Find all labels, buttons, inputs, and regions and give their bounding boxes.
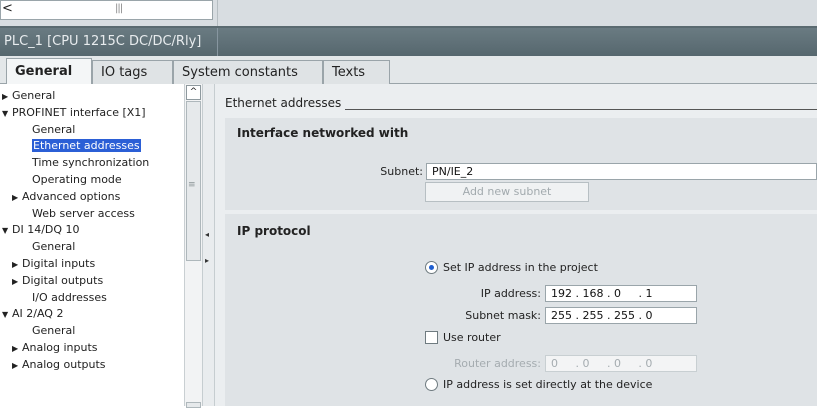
radio-selected-dot <box>429 265 434 270</box>
nav-item-label: I/O addresses <box>32 290 107 304</box>
tab-texts[interactable]: Texts <box>323 60 390 85</box>
use-router-label: Use router <box>443 331 501 344</box>
router-address-label: Router address: <box>454 357 541 370</box>
set-ip-at-device-label: IP address is set directly at the device <box>443 378 653 391</box>
nav-item[interactable]: ▼ DI 14/DQ 10 <box>2 222 80 238</box>
subnet-mask-field[interactable]: 255 . 255 . 255 . 0 <box>545 307 697 324</box>
nav-item[interactable]: ▶ Analog outputs <box>12 357 106 373</box>
nav-item[interactable]: General <box>22 323 75 339</box>
divider <box>217 0 218 26</box>
properties-content: Ethernet addresses Interface networked w… <box>215 84 817 406</box>
horizontal-scrollbar[interactable]: < ||| <box>0 0 213 20</box>
nav-item[interactable]: I/O addresses <box>22 290 107 306</box>
use-router-checkbox[interactable] <box>425 331 438 344</box>
triangle-right-icon[interactable]: ▶ <box>2 89 12 105</box>
nav-item-label: General <box>32 122 76 136</box>
nav-item-label: DI 14/DQ 10 <box>12 223 80 237</box>
nav-item[interactable]: ▶ Digital inputs <box>12 256 95 272</box>
section-header: Ethernet addresses <box>225 96 342 110</box>
nav-item-label: General <box>32 240 76 254</box>
nav-item-label: General <box>12 89 56 102</box>
nav-item-label: AI 2/AQ 2 <box>12 307 64 321</box>
subnet-field[interactable]: PN/IE_2 <box>426 163 817 180</box>
chevron-left-icon[interactable]: < <box>2 1 13 17</box>
nav-item[interactable]: ▶ General <box>2 88 55 104</box>
triangle-right-icon[interactable]: ▶ <box>12 341 22 357</box>
collapse-left-icon[interactable]: ◂ <box>205 230 209 239</box>
nav-item-label: Time synchronization <box>32 156 150 170</box>
nav-item-label: Ethernet addresses <box>32 139 141 153</box>
top-scroll-strip: < ||| <box>0 0 817 28</box>
nav-item-label: Web server access <box>32 206 135 220</box>
expand-right-icon[interactable]: ▸ <box>205 256 209 265</box>
nav-item[interactable]: Time synchronization <box>22 155 149 171</box>
nav-item-label: Digital outputs <box>22 273 104 287</box>
interface-section: Interface networked with Subnet: PN/IE_2… <box>225 118 817 210</box>
nav-item[interactable]: ▶ Digital outputs <box>12 273 103 289</box>
window-title: PLC_1 [CPU 1215C DC/DC/Rly] <box>4 34 202 49</box>
nav-item[interactable]: Ethernet addresses <box>22 138 141 154</box>
window-title-bar: PLC_1 [CPU 1215C DC/DC/Rly] <box>0 28 817 56</box>
chevron-up-icon[interactable]: ^ <box>186 85 201 100</box>
nav-item[interactable]: General <box>22 239 75 255</box>
header-rule <box>345 109 817 110</box>
nav-item[interactable]: ▶ Advanced options <box>12 189 120 205</box>
nav-item-label: Analog outputs <box>22 357 106 371</box>
router-address-field[interactable]: 0 . 0 . 0 . 0 <box>545 355 697 372</box>
nav-vertical-scrollbar[interactable]: ^ ≡ <box>184 84 202 408</box>
nav-item[interactable]: Operating mode <box>22 172 122 188</box>
nav-item[interactable]: ▼ PROFINET interface [X1] <box>2 105 146 121</box>
divider <box>217 28 218 56</box>
tab-system-constants[interactable]: System constants <box>173 60 323 85</box>
triangle-right-icon[interactable]: ▶ <box>12 190 22 206</box>
nav-item-label: Analog inputs <box>22 341 98 354</box>
interface-section-title: Interface networked with <box>237 126 409 140</box>
panel-splitter[interactable]: ◂ ▸ <box>202 84 215 406</box>
ip-protocol-title: IP protocol <box>237 224 311 238</box>
ip-address-label: IP address: <box>480 287 541 300</box>
nav-item-label: General <box>32 324 76 338</box>
triangle-right-icon[interactable]: ▶ <box>12 257 22 273</box>
nav-item[interactable]: General <box>22 122 75 138</box>
nav-item-label: Advanced options <box>22 189 121 203</box>
scroll-thumb-bottom[interactable] <box>186 402 201 408</box>
radio-set-ip-at-device[interactable] <box>425 378 438 391</box>
triangle-down-icon[interactable]: ▼ <box>2 223 12 239</box>
set-ip-in-project-label: Set IP address in the project <box>443 261 598 274</box>
nav-item[interactable]: ▶ Analog inputs <box>12 340 98 356</box>
scroll-grip-icon: ≡ <box>188 180 196 190</box>
triangle-right-icon[interactable]: ▶ <box>12 274 22 290</box>
nav-item[interactable]: ▼ AI 2/AQ 2 <box>2 306 63 322</box>
radio-set-ip-in-project[interactable] <box>425 261 438 274</box>
ip-address-field[interactable]: 192 . 168 . 0 . 1 <box>545 285 697 302</box>
scroll-grip-icon[interactable]: ||| <box>115 2 123 16</box>
triangle-down-icon[interactable]: ▼ <box>2 106 12 122</box>
subnet-mask-label: Subnet mask: <box>465 309 541 322</box>
triangle-right-icon[interactable]: ▶ <box>12 358 22 374</box>
add-new-subnet-button[interactable]: Add new subnet <box>425 182 589 202</box>
tab-io-tags[interactable]: IO tags <box>92 60 173 85</box>
tab-bar: General IO tags System constants Texts <box>0 56 817 85</box>
tab-general[interactable]: General <box>6 58 92 85</box>
nav-item[interactable]: Web server access <box>22 206 135 222</box>
ip-protocol-section: IP protocol Set IP address in the projec… <box>225 214 817 406</box>
triangle-down-icon[interactable]: ▼ <box>2 307 12 323</box>
nav-item-label: Operating mode <box>32 173 122 186</box>
navigation-tree: ▶ General ▼ PROFINET interface [X1] General E… <box>0 84 184 406</box>
subnet-label: Subnet: <box>380 165 423 178</box>
nav-item-label: Digital inputs <box>22 257 96 270</box>
nav-item-label: PROFINET interface [X1] <box>12 105 146 119</box>
